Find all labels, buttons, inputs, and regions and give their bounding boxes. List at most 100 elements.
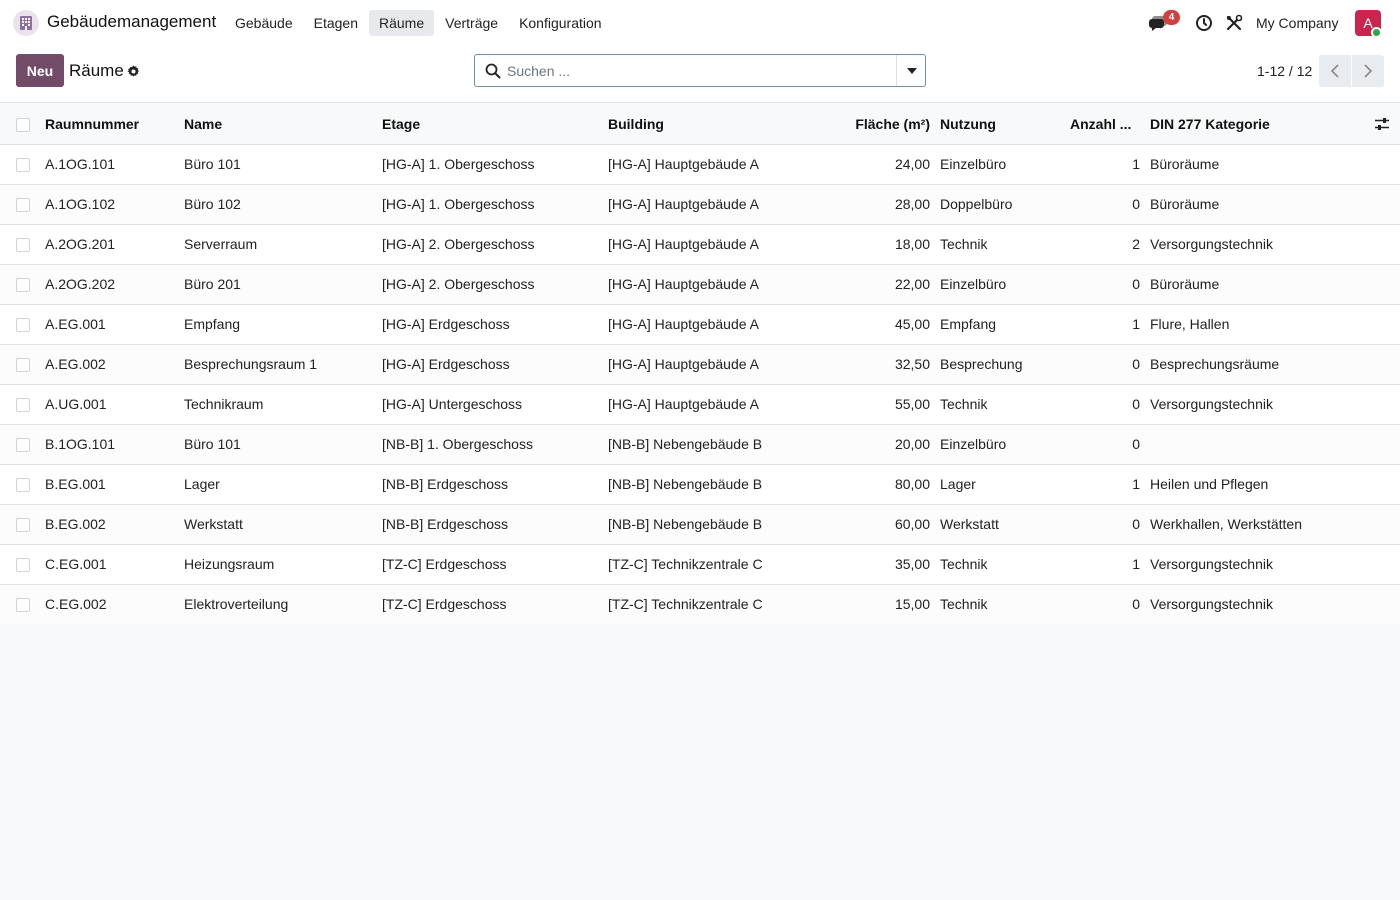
row-end-cell bbox=[1360, 184, 1400, 225]
table-row[interactable]: B.1OG.101 Büro 101 [NB-B] 1. Obergeschoss[… bbox=[0, 424, 1400, 465]
col-header-name[interactable]: Name bbox=[184, 104, 382, 145]
cell-raumnummer: A.1OG.101 bbox=[45, 144, 184, 185]
cell-flaeche: 28,00 bbox=[810, 184, 940, 225]
table-row[interactable]: A.EG.002 Besprechungsraum 1 [HG-A] Erdgesc… bbox=[0, 344, 1400, 385]
col-header-anzahl[interactable]: Anzahl ... bbox=[1070, 104, 1150, 145]
cell-nutzung: Einzelbüro bbox=[940, 144, 1070, 185]
search-input[interactable] bbox=[507, 59, 887, 83]
cell-din: Versorgungstechnik bbox=[1150, 384, 1360, 425]
cell-anzahl: 0 bbox=[1070, 184, 1150, 225]
row-checkbox[interactable] bbox=[16, 358, 30, 373]
col-header-building[interactable]: Building bbox=[608, 104, 810, 145]
col-header-din[interactable]: DIN 277 Kategorie bbox=[1150, 104, 1360, 145]
col-header-raumnummer[interactable]: Raumnummer bbox=[45, 104, 184, 145]
cell-etage: [NB-B] 1. Obergeschoss bbox=[382, 424, 608, 465]
cell-flaeche: 18,00 bbox=[810, 224, 940, 265]
table-row[interactable]: A.2OG.201 Serverraum [HG-A] 2. Obergeschos… bbox=[0, 224, 1400, 265]
company-switcher[interactable]: My Company bbox=[1256, 15, 1338, 31]
cell-etage: [TZ-C] Erdgeschoss bbox=[382, 584, 608, 625]
cell-raumnummer: A.EG.002 bbox=[45, 344, 184, 385]
cell-din bbox=[1150, 424, 1360, 465]
row-checkbox[interactable] bbox=[16, 238, 30, 253]
cell-name: Heizungsraum bbox=[184, 544, 382, 585]
cell-flaeche: 55,00 bbox=[810, 384, 940, 425]
cell-name: Besprechungsraum 1 bbox=[184, 344, 382, 385]
row-end-cell bbox=[1360, 424, 1400, 465]
caret-down-icon[interactable] bbox=[897, 55, 926, 86]
row-checkbox[interactable] bbox=[16, 278, 30, 293]
chevron-right-icon[interactable] bbox=[1352, 55, 1384, 87]
menu-item-etagen[interactable]: Etagen bbox=[304, 10, 368, 36]
cell-din: Büroräume bbox=[1150, 264, 1360, 305]
menu-item-konfiguration[interactable]: Konfiguration bbox=[509, 10, 612, 36]
cell-din: Besprechungsräume bbox=[1150, 344, 1360, 385]
cell-flaeche: 24,00 bbox=[810, 144, 940, 185]
row-checkbox[interactable] bbox=[16, 598, 30, 613]
cell-etage: [HG-A] Erdgeschoss bbox=[382, 344, 608, 385]
cell-etage: [NB-B] Erdgeschoss bbox=[382, 464, 608, 505]
search-box bbox=[474, 54, 926, 87]
select-all-checkbox[interactable] bbox=[16, 117, 30, 132]
control-panel: Neu Räume 1-12 / 12 bbox=[0, 46, 1400, 103]
row-select-cell bbox=[0, 584, 45, 625]
menu-item-gebaeude[interactable]: Gebäude bbox=[225, 10, 303, 36]
col-header-etage[interactable]: Etage bbox=[382, 104, 608, 145]
cell-raumnummer: C.EG.002 bbox=[45, 584, 184, 625]
app-name[interactable]: Gebäudemanagement bbox=[47, 12, 216, 32]
cell-nutzung: Technik bbox=[940, 584, 1070, 625]
sliders-icon[interactable] bbox=[1360, 117, 1400, 131]
tools-icon[interactable] bbox=[1225, 14, 1243, 32]
cell-raumnummer: A.UG.001 bbox=[45, 384, 184, 425]
cell-din: Büroräume bbox=[1150, 184, 1360, 225]
table-row[interactable]: A.1OG.101 Büro 101 [HG-A] 1. Obergeschoss[… bbox=[0, 144, 1400, 185]
table-row[interactable]: A.1OG.102 Büro 102 [HG-A] 1. Obergeschoss[… bbox=[0, 184, 1400, 225]
row-checkbox[interactable] bbox=[16, 158, 30, 173]
gear-icon[interactable] bbox=[127, 65, 140, 78]
cell-building: [HG-A] Hauptgebäude A bbox=[608, 344, 810, 385]
row-checkbox[interactable] bbox=[16, 558, 30, 573]
table-row[interactable]: A.2OG.202 Büro 201 [HG-A] 2. Obergeschoss[… bbox=[0, 264, 1400, 305]
cell-flaeche: 32,50 bbox=[810, 344, 940, 385]
table-row[interactable]: A.UG.001 Technikraum [HG-A] Untergeschoss[… bbox=[0, 384, 1400, 425]
row-checkbox[interactable] bbox=[16, 398, 30, 413]
cell-building: [HG-A] Hauptgebäude A bbox=[608, 384, 810, 425]
cell-din: Versorgungstechnik bbox=[1150, 584, 1360, 625]
cell-flaeche: 20,00 bbox=[810, 424, 940, 465]
main-menu: Gebäude Etagen Räume Verträge Konfigurat… bbox=[225, 10, 613, 36]
row-checkbox[interactable] bbox=[16, 318, 30, 333]
table-row[interactable]: B.EG.001 Lager [NB-B] Erdgeschoss [NB-B] Ne… bbox=[0, 464, 1400, 505]
cell-nutzung: Besprechung bbox=[940, 344, 1070, 385]
cell-building: [TZ-C] Technikzentrale C bbox=[608, 584, 810, 625]
new-button[interactable]: Neu bbox=[16, 54, 64, 87]
cell-name: Elektroverteilung bbox=[184, 584, 382, 625]
cell-anzahl: 0 bbox=[1070, 384, 1150, 425]
col-header-nutzung[interactable]: Nutzung bbox=[940, 104, 1070, 145]
pager-value[interactable]: 1-12 / 12 bbox=[1257, 63, 1312, 79]
row-checkbox[interactable] bbox=[16, 198, 30, 213]
row-end-cell bbox=[1360, 464, 1400, 505]
row-checkbox[interactable] bbox=[16, 478, 30, 493]
row-checkbox[interactable] bbox=[16, 518, 30, 533]
row-select-cell bbox=[0, 504, 45, 545]
table-row[interactable]: C.EG.002 Elektroverteilung [TZ-C] Erdgesch… bbox=[0, 584, 1400, 625]
row-end-cell bbox=[1360, 504, 1400, 545]
cell-din: Flure, Hallen bbox=[1150, 304, 1360, 345]
cell-anzahl: 2 bbox=[1070, 224, 1150, 265]
row-select-cell bbox=[0, 344, 45, 385]
cell-building: [HG-A] Hauptgebäude A bbox=[608, 224, 810, 265]
menu-item-vertraege[interactable]: Verträge bbox=[435, 10, 508, 36]
building-icon[interactable] bbox=[13, 10, 39, 36]
table-row[interactable]: B.EG.002 Werkstatt [NB-B] Erdgeschoss [NB-B… bbox=[0, 504, 1400, 545]
table-row[interactable]: A.EG.001 Empfang [HG-A] Erdgeschoss [HG-A] … bbox=[0, 304, 1400, 345]
chevron-left-icon[interactable] bbox=[1319, 55, 1351, 87]
cell-din: Werkhallen, Werkstätten bbox=[1150, 504, 1360, 545]
col-header-flaeche[interactable]: Fläche (m²) bbox=[810, 104, 940, 145]
table-row[interactable]: C.EG.001 Heizungsraum [TZ-C] Erdgeschoss [T… bbox=[0, 544, 1400, 585]
row-checkbox[interactable] bbox=[16, 438, 30, 453]
row-end-cell bbox=[1360, 144, 1400, 185]
row-select-cell bbox=[0, 544, 45, 585]
cell-etage: [HG-A] 1. Obergeschoss bbox=[382, 184, 608, 225]
clock-icon[interactable] bbox=[1195, 14, 1213, 32]
row-select-cell bbox=[0, 144, 45, 185]
menu-item-raeume[interactable]: Räume bbox=[368, 10, 435, 36]
